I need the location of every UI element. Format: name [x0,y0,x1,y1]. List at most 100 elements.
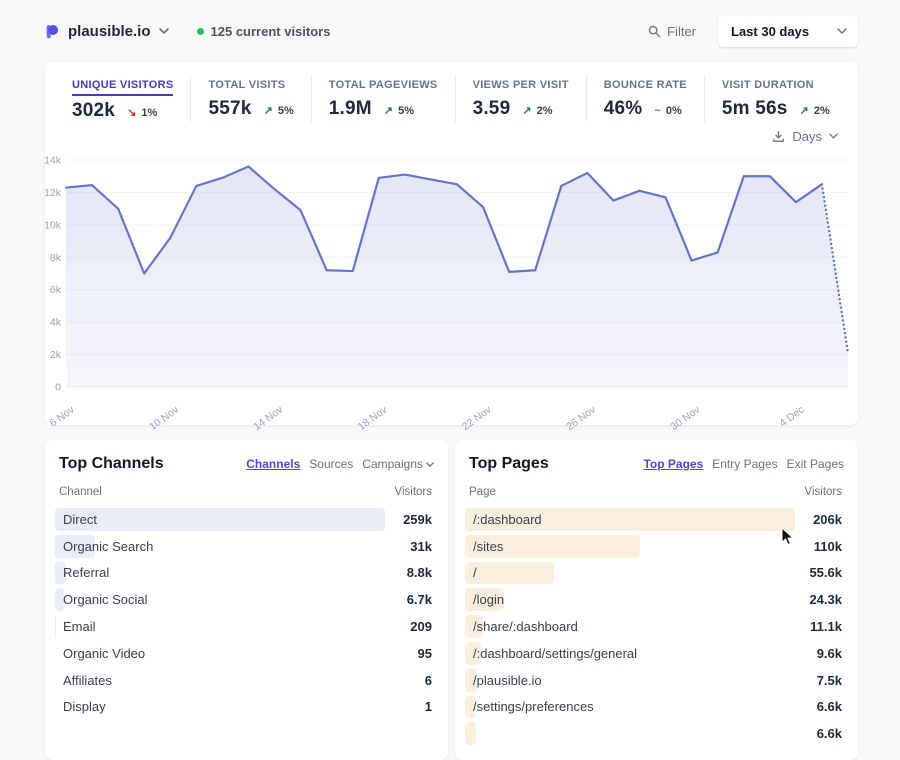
row-label[interactable]: /:dashboard [465,512,542,527]
stat-delta: ↗ 2% [522,104,552,117]
pages-column-header: Page Visitors [465,486,844,506]
stat-unique-visitors[interactable]: UNIQUE VISITORS302k↘ 1% [55,75,190,122]
x-axis-tick: 4 Dec [777,404,806,430]
interval-selector[interactable]: Days [45,124,858,148]
row-bar [55,508,385,531]
stat-visit-duration[interactable]: VISIT DURATION5m 56s↗ 2% [704,75,847,122]
page-row-sites[interactable]: /sites110k [465,533,844,560]
row-label[interactable]: Organic Video [55,646,145,661]
row-label[interactable]: / [465,565,477,580]
tab-top-pages[interactable]: Top Pages [643,457,703,471]
page-row-dashboard-settings-general[interactable]: /:dashboard/settings/general9.6k [465,640,844,667]
page-column-label: Page [469,486,496,498]
page-row-plausible-io[interactable]: /plausible.io7.5k [465,667,844,694]
channel-row-direct[interactable]: Direct259k [55,506,434,533]
tab-exit-pages[interactable]: Exit Pages [787,457,844,471]
analytics-card: UNIQUE VISITORS302k↘ 1%TOTAL VISITS557k↗… [45,62,858,425]
channels-tabs: Channels Sources Campaigns [246,457,434,471]
y-axis-tick: 14k [44,155,62,167]
filter-button[interactable]: Filter [648,24,696,39]
x-axis-tick: 10 Nov [147,403,182,433]
visitors-column-label: Visitors [805,486,843,498]
stat-delta: ↗ 5% [264,104,294,117]
row-label[interactable]: /share/:dashboard [465,619,578,634]
page-row-settings-preferences[interactable]: /settings/preferences6.6k [465,694,844,721]
x-axis-tick: 6 Nov [48,403,78,429]
site-switcher[interactable]: plausible.io [44,22,169,41]
page-row-[interactable]: / 55.6k [465,560,844,587]
row-label[interactable]: Display [55,699,106,714]
download-icon[interactable] [772,130,785,143]
row-visitors: 24.3k [809,592,844,607]
channel-row-organic-video[interactable]: Organic Video 95 [55,640,434,667]
tab-campaigns[interactable]: Campaigns [362,457,434,471]
channel-row-display[interactable]: Display 1 [55,694,434,721]
trend-up-icon: ↗ [800,105,809,117]
channel-row-organic-search[interactable]: Organic Search 31k [55,533,434,560]
trend-flat-icon: ~ [654,105,660,117]
page-row-login[interactable]: /login 24.3k [465,586,844,613]
row-label[interactable]: Referral [55,565,109,580]
row-visitors: 1 [425,699,434,714]
stat-label: VIEWS PER VISIT [473,79,569,94]
channel-row-referral[interactable]: Referral8.8k [55,560,434,587]
stat-value: 1.9M [329,98,372,120]
current-visitors[interactable]: 125 current visitors [197,24,331,39]
x-axis-tick: 22 Nov [460,403,495,433]
search-icon [648,25,661,38]
stat-value: 46% [604,98,643,120]
row-label[interactable]: /:dashboard/settings/general [465,646,637,661]
tab-sources[interactable]: Sources [309,457,353,471]
visitors-column-label: Visitors [395,486,433,498]
filter-label: Filter [667,24,696,39]
row-visitors: 6.6k [817,726,844,741]
y-axis-tick: 4k [50,317,62,329]
current-visitors-label: 125 current visitors [211,24,331,39]
row-label[interactable]: /plausible.io [465,673,542,688]
page-row-dashboard[interactable]: /:dashboard206k [465,506,844,533]
row-visitors: 95 [418,646,434,661]
tab-entry-pages[interactable]: Entry Pages [712,457,777,471]
stat-label: BOUNCE RATE [604,79,687,94]
stat-views-per-visit[interactable]: VIEWS PER VISIT 3.59 ↗ 2% [455,75,586,122]
stat-label: UNIQUE VISITORS [72,79,173,96]
chevron-down-icon [159,28,169,34]
stat-label: VISIT DURATION [722,79,814,94]
row-label[interactable]: Direct [55,512,97,527]
tab-channels[interactable]: Channels [246,457,300,471]
date-range-select[interactable]: Last 30 days [718,16,858,47]
row-visitors: 11.1k [810,619,844,634]
page-row-share-dashboard[interactable]: /share/:dashboard 11.1k [465,613,844,640]
row-label[interactable]: /sites [465,539,503,554]
site-name: plausible.io [68,23,151,40]
channel-row-organic-social[interactable]: Organic Social6.7k [55,586,434,613]
stat-delta: ↗ 2% [800,104,830,117]
stat-label: TOTAL PAGEVIEWS [329,79,438,94]
stat-total-pageviews[interactable]: TOTAL PAGEVIEWS1.9M↗ 5% [311,75,455,122]
chevron-down-icon [829,133,838,139]
channel-row-email[interactable]: Email209 [55,613,434,640]
channel-row-affiliates[interactable]: Affiliates 6 [55,667,434,694]
row-label[interactable]: /settings/preferences [465,699,594,714]
visitors-chart[interactable]: 02k4k6k8k10k12k14k6 Nov10 Nov14 Nov18 No… [45,150,858,422]
y-axis-tick: 12k [44,187,62,199]
trend-down-icon: ↘ [127,107,136,119]
stat-value: 3.59 [473,98,511,120]
visitors-chart-svg[interactable]: 02k4k6k8k10k12k14k6 Nov10 Nov14 Nov18 No… [45,150,857,422]
row-visitors: 6 [425,673,434,688]
stat-bounce-rate[interactable]: BOUNCE RATE46%~ 0% [586,75,704,122]
row-label[interactable]: Organic Search [55,539,153,554]
trend-up-icon: ↗ [264,105,273,117]
row-label[interactable]: /login [465,592,504,607]
row-label[interactable]: Email [55,619,96,634]
row-visitors: 55.6k [809,565,844,580]
stat-total-visits[interactable]: TOTAL VISITS557k↗ 5% [190,75,310,122]
top-pages-title: Top Pages [469,455,549,473]
pages-rows: /:dashboard206k/sites110k / 55.6k/login 24.… [465,506,844,747]
page-row-blank[interactable]: 6.6k [465,720,844,747]
top-pages-card: Top Pages Top Pages Entry Pages Exit Pages… [455,440,858,760]
row-label[interactable]: Organic Social [55,592,148,607]
row-visitors: 31k [410,539,434,554]
trend-up-icon: ↗ [384,105,393,117]
row-label[interactable]: Affiliates [55,673,112,688]
